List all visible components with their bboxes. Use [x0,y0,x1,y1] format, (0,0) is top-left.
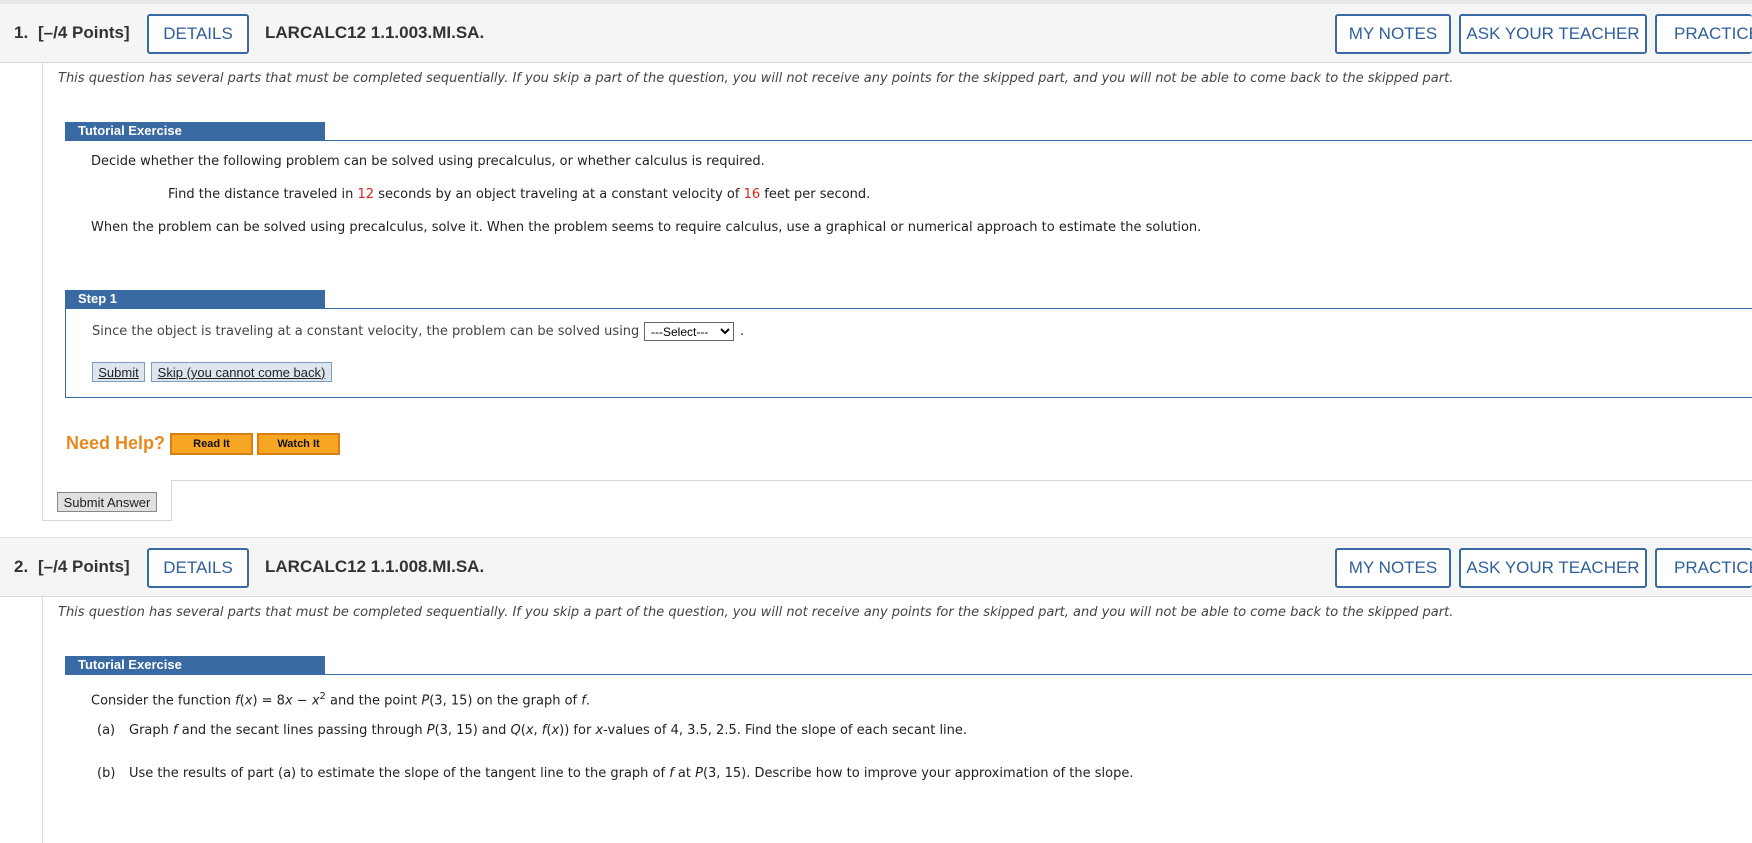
problem-prompt: Decide whether the following problem can… [91,154,765,169]
my-notes-button[interactable]: MY NOTES [1335,548,1451,588]
step-1-box [65,308,1752,398]
details-button[interactable]: DETAILS [147,548,249,588]
submit-divider [172,480,1752,481]
submit-step-button[interactable]: Submit [92,362,145,382]
question-2-body: This question has several parts that mus… [42,597,1752,843]
question-2-header: 2. [–/4 Points] DETAILS LARCALC12 1.1.00… [0,537,1752,597]
ask-your-teacher-button[interactable]: ASK YOUR TEACHER [1459,548,1647,588]
tutorial-exercise-header: Tutorial Exercise [65,122,1752,141]
method-select[interactable]: ---Select--- [644,322,734,341]
step-1-period: . [740,324,745,339]
question-number: 2. [14,557,29,576]
watch-it-button[interactable]: Watch It [257,433,340,455]
step-1-header: Step 1 [65,290,1752,309]
tutorial-exercise-title: Tutorial Exercise [65,656,325,674]
need-help-label: Need Help? [66,433,166,453]
tutorial-exercise-title: Tutorial Exercise [65,122,325,140]
question-number: 1. [14,23,29,42]
practice-another-button[interactable]: PRACTICE ANOTHER [1655,14,1752,54]
velocity-value: 16 [743,187,761,202]
skip-step-button[interactable]: Skip (you cannot come back) [151,362,332,382]
step-1-text: Since the object is traveling at a const… [92,324,640,339]
details-button[interactable]: DETAILS [147,14,249,54]
read-it-button[interactable]: Read It [170,433,253,455]
question-code: LARCALC12 1.1.008.MI.SA. [265,557,485,576]
question-intro: This question has several parts that mus… [58,71,1454,86]
problem-statement: Find the distance traveled in 12 seconds… [168,187,871,202]
question-points: [–/4 Points] [38,23,130,42]
submit-answer-button[interactable]: Submit Answer [57,492,157,512]
question-code: LARCALC12 1.1.003.MI.SA. [265,23,485,42]
question-points: [–/4 Points] [38,557,130,576]
part-b-label: (b) [97,766,116,781]
tutorial-exercise-header: Tutorial Exercise [65,656,1752,675]
ask-your-teacher-button[interactable]: ASK YOUR TEACHER [1459,14,1647,54]
part-a-text: Graph f and the secant lines passing thr… [129,723,968,738]
problem-instructions: When the problem can be solved using pre… [91,220,1202,235]
my-notes-button[interactable]: MY NOTES [1335,14,1451,54]
seconds-value: 12 [357,187,375,202]
step-1-title: Step 1 [65,290,325,308]
question-1-header: 1. [–/4 Points] DETAILS LARCALC12 1.1.00… [0,3,1752,63]
part-a-label: (a) [97,723,116,738]
function-statement: Consider the function f(x) = 8x − x2 and… [91,691,590,709]
part-b-text: Use the results of part (a) to estimate … [129,766,1134,781]
practice-another-button[interactable]: PRACTICE ANOTHER [1655,548,1752,588]
question-intro: This question has several parts that mus… [58,605,1454,620]
